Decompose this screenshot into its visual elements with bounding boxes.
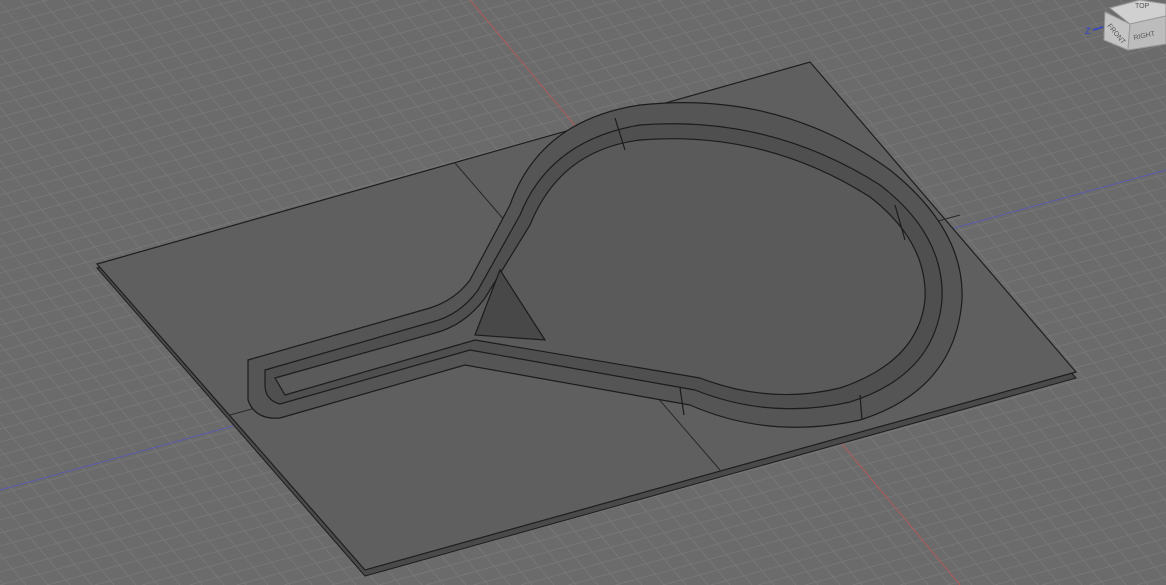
grid-line [805, 485, 1166, 585]
grid-line [0, 0, 380, 105]
grid-line [0, 0, 522, 144]
grid-line [0, 553, 27, 585]
viewcube-top-label: TOP [1135, 3, 1150, 10]
grid-line [0, 0, 190, 53]
grid-line [994, 537, 1166, 585]
grid-line [0, 0, 332, 92]
grid-line [1136, 576, 1166, 585]
z-axis-indicator [1092, 26, 1104, 31]
grid-line [0, 0, 95, 27]
grid-line [1041, 550, 1166, 585]
grid-line [1089, 563, 1166, 585]
z-axis-label: Z [1085, 26, 1091, 36]
3d-viewport-canvas[interactable]: TOP FRONT RIGHT Z [0, 0, 1166, 585]
grid-line [0, 422, 137, 585]
grid-line [0, 0, 143, 40]
grid-line [710, 459, 1166, 585]
grid-line [852, 498, 1166, 585]
grid-line [0, 527, 49, 585]
grid-line [947, 524, 1166, 585]
grid-line [0, 343, 203, 585]
